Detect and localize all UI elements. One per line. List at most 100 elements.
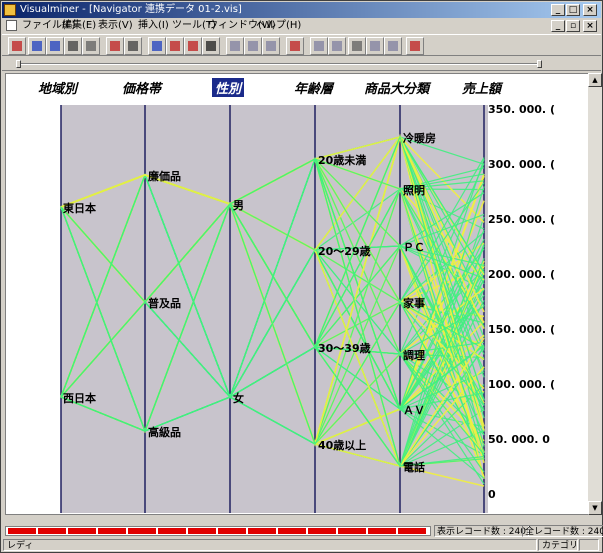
matrix-icon <box>188 41 198 51</box>
status-ready: レディ <box>3 539 537 551</box>
grid-icon <box>206 41 216 51</box>
export-button[interactable] <box>384 37 402 55</box>
menu-insert[interactable]: 挿入(I) <box>138 18 169 34</box>
record-bar-segment <box>218 528 246 534</box>
scroll-up-arrow[interactable]: ▲ <box>588 73 602 87</box>
axis-header[interactable]: 商品大分類 <box>364 78 429 97</box>
brush-button[interactable] <box>348 37 366 55</box>
maximize-button[interactable]: □ <box>566 4 580 16</box>
toolbar <box>2 34 601 56</box>
axis-header[interactable]: 性別 <box>212 78 245 97</box>
print-icon <box>68 41 78 51</box>
zoom-out-button[interactable] <box>244 37 262 55</box>
properties-button[interactable] <box>328 37 346 55</box>
category-label[interactable]: 廉価品 <box>148 168 181 184</box>
category-label[interactable]: 照明 <box>403 182 425 198</box>
category-label[interactable]: 電話 <box>403 459 425 475</box>
close-button[interactable]: × <box>583 4 597 16</box>
vertical-scrollbar[interactable]: ▲ ▼ <box>588 73 602 515</box>
category-label[interactable]: 40歳以上 <box>318 437 366 453</box>
category-label[interactable]: ＰＣ <box>403 239 425 255</box>
document-icon[interactable] <box>6 20 17 31</box>
matrix-button[interactable] <box>184 37 202 55</box>
category-label[interactable]: 普及品 <box>148 295 181 311</box>
mdi-minimize-button[interactable]: _ <box>551 20 565 32</box>
window-title: Visualminer - [Navigator 連携データ 01-2.vis] <box>20 4 242 15</box>
zoom-out-icon <box>248 41 258 51</box>
minimize-button[interactable]: _ <box>551 4 565 16</box>
record-bar-segment <box>98 528 126 534</box>
parallel-coordinates-plot[interactable]: 地域別 価格帯 性別 年齢層 商品大分類 売上額東日本西日本 廉価品普及品高級品 男女 20歳未… <box>5 73 589 515</box>
category-label[interactable]: 高級品 <box>148 424 181 440</box>
mdi-restore-button[interactable]: ▫ <box>566 20 580 32</box>
wav-button[interactable] <box>406 37 424 55</box>
horizontal-scrollbar[interactable] <box>5 515 588 525</box>
category-label[interactable]: 女 <box>233 390 244 406</box>
zoom-fit-icon <box>266 41 276 51</box>
save-icon <box>32 41 42 51</box>
category-label[interactable]: 30～39歳 <box>318 340 371 356</box>
menu-help[interactable]: ヘルプ(H) <box>256 18 301 34</box>
filter-button[interactable] <box>286 37 304 55</box>
record-bar-segment <box>338 528 366 534</box>
export-icon <box>388 41 398 51</box>
chart-icon <box>110 41 120 51</box>
menu-edit[interactable]: 編集(E) <box>62 18 96 34</box>
slider-handle[interactable] <box>16 60 21 68</box>
zoom-in-button[interactable] <box>226 37 244 55</box>
plot-svg <box>60 105 485 513</box>
zoom-fit-button[interactable] <box>262 37 280 55</box>
mdi-close-button[interactable]: × <box>583 20 597 32</box>
category-label[interactable]: 20歳未満 <box>318 152 366 168</box>
save-as-button[interactable] <box>46 37 64 55</box>
slider-handle[interactable] <box>537 60 542 68</box>
app-window: Visualminer - [Navigator 連携データ 01-2.vis]… <box>0 0 603 553</box>
print-button[interactable] <box>64 37 82 55</box>
scroll-down-arrow[interactable]: ▼ <box>588 501 602 515</box>
record-bar-segment <box>158 528 186 534</box>
axis-header[interactable]: 年齢層 <box>294 78 333 97</box>
total-record-count: 全レコード数 : 240 <box>522 525 603 537</box>
title-bar[interactable]: Visualminer - [Navigator 連携データ 01-2.vis]… <box>2 2 601 18</box>
category-label[interactable]: 冷暖房 <box>403 130 436 146</box>
zoom-in-icon <box>230 41 240 51</box>
grid-button[interactable] <box>202 37 220 55</box>
chart-button[interactable] <box>106 37 124 55</box>
sales-axis-tick: 0 <box>488 488 496 501</box>
category-label[interactable]: 男 <box>233 197 244 213</box>
category-label[interactable]: ＡＶ <box>403 402 425 418</box>
record-bar-segment <box>8 528 36 534</box>
sales-axis-tick: 100. 000. ( <box>488 378 555 391</box>
parallel-coords-icon <box>152 41 162 51</box>
sales-axis-tick: 200. 000. ( <box>488 268 555 281</box>
status-extra <box>579 539 599 551</box>
display-record-count: 表示レコード数 : 240 <box>434 525 529 537</box>
category-label[interactable]: 家事 <box>403 295 425 311</box>
record-bar-segment <box>38 528 66 534</box>
status-category: カテゴリ <box>538 539 578 551</box>
layout-button[interactable] <box>310 37 328 55</box>
category-label[interactable]: 東日本 <box>63 200 96 216</box>
category-label[interactable]: 20～29歳 <box>318 243 371 259</box>
brush-icon <box>352 41 362 51</box>
parallel-coords-button[interactable] <box>148 37 166 55</box>
axis-header[interactable]: 売上額 <box>462 78 501 97</box>
menu-view[interactable]: 表示(V) <box>98 18 133 34</box>
range-slider[interactable] <box>2 57 601 71</box>
axis-header[interactable]: 地域別 <box>38 78 77 97</box>
open-button[interactable] <box>8 37 26 55</box>
slider-track <box>16 63 542 65</box>
save-button[interactable] <box>28 37 46 55</box>
scatter-button[interactable] <box>166 37 184 55</box>
filter-icon <box>290 41 300 51</box>
select-button[interactable] <box>366 37 384 55</box>
sales-axis-tick: 350. 000. ( <box>488 103 555 116</box>
axis-header[interactable]: 価格帯 <box>122 78 161 97</box>
record-progress-bar <box>5 526 431 536</box>
save-as-icon <box>50 41 60 51</box>
print-preview-button[interactable] <box>82 37 100 55</box>
category-label[interactable]: 調理 <box>403 347 425 363</box>
category-label[interactable]: 西日本 <box>63 390 96 406</box>
sales-axis-tick: 300. 000. ( <box>488 158 555 171</box>
table-button[interactable] <box>124 37 142 55</box>
